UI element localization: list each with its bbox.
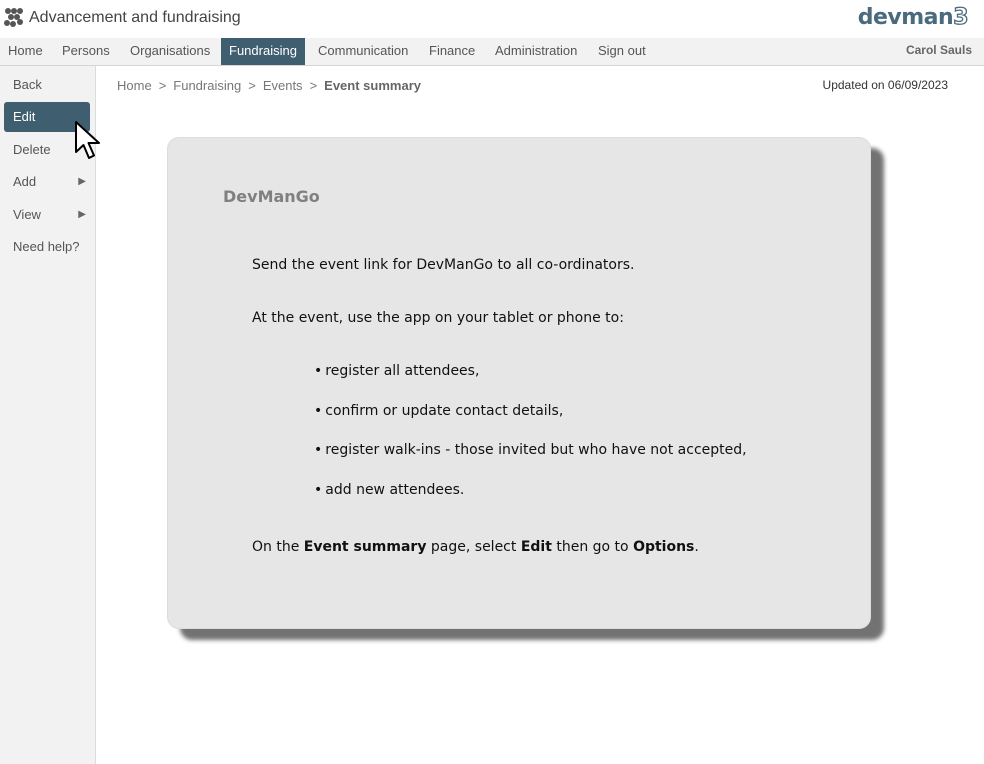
app-logo-icon bbox=[4, 8, 23, 27]
mouse-pointer-icon bbox=[75, 121, 100, 159]
instruction-text: On the bbox=[252, 539, 304, 555]
list-item: • confirm or update contact details, bbox=[314, 403, 563, 419]
instruction-text: . bbox=[694, 539, 699, 555]
bullet-text: add new attendees. bbox=[325, 482, 465, 498]
breadcrumb-separator: > bbox=[158, 78, 167, 93]
sidebar-item-add[interactable]: Add ▶ bbox=[4, 167, 90, 197]
sidebar-item-back[interactable]: Back bbox=[4, 70, 90, 100]
sidebar-item-need-help[interactable]: Need help? bbox=[4, 232, 90, 262]
bullet-dot: • bbox=[314, 363, 323, 379]
sidebar-item-label: Delete bbox=[13, 142, 51, 157]
instruction-bold-edit: Edit bbox=[520, 539, 552, 555]
menu-item-communication[interactable]: Communication bbox=[310, 38, 416, 65]
card-title: DevManGo bbox=[223, 187, 320, 206]
card-line-send-link: Send the event link for DevManGo to all … bbox=[252, 257, 635, 273]
sidebar-item-label: Back bbox=[13, 77, 42, 92]
breadcrumb-current: Event summary bbox=[324, 78, 421, 93]
list-item: • register all attendees, bbox=[314, 363, 479, 379]
breadcrumb-events[interactable]: Events bbox=[263, 78, 303, 93]
arrow-right-icon: ▶ bbox=[78, 209, 86, 220]
user-name[interactable]: Carol Sauls bbox=[906, 38, 972, 62]
breadcrumb-separator: > bbox=[309, 78, 318, 93]
menu-item-persons[interactable]: Persons bbox=[54, 38, 118, 65]
breadcrumb-separator: > bbox=[248, 78, 256, 93]
bullet-dot: • bbox=[314, 403, 323, 419]
instruction-text: then go to bbox=[551, 539, 634, 555]
brand-suffix: 3 bbox=[953, 4, 970, 30]
instruction-bold-event-summary: Event summary bbox=[303, 539, 427, 555]
sidebar-item-label: Edit bbox=[13, 109, 36, 124]
bullet-text: register all attendees, bbox=[325, 363, 480, 379]
brand-main: devman bbox=[857, 5, 954, 30]
card-line-instructions: On the Event summary page, select Edit t… bbox=[252, 539, 699, 555]
sidebar-item-label: View bbox=[13, 207, 41, 222]
menu-item-fundraising[interactable]: Fundraising bbox=[221, 38, 305, 65]
app-title: Advancement and fundraising bbox=[29, 9, 241, 26]
title-bar: Advancement and fundraising devman3 bbox=[0, 0, 984, 38]
menu-item-organisations[interactable]: Organisations bbox=[122, 38, 218, 65]
list-item: • add new attendees. bbox=[314, 482, 464, 498]
sidebar: Back Edit Delete Add ▶ View ▶ Need help? bbox=[0, 66, 96, 764]
updated-date: Updated on 06/09/2023 bbox=[822, 78, 948, 92]
list-item: • register walk-ins - those invited but w… bbox=[314, 442, 747, 458]
instruction-text: page, select bbox=[426, 539, 521, 555]
menu-item-administration[interactable]: Administration bbox=[487, 38, 585, 65]
sidebar-item-label: Add bbox=[13, 174, 37, 189]
devman-logo: devman3 bbox=[857, 4, 970, 30]
menu-item-home[interactable]: Home bbox=[0, 38, 51, 65]
bullet-dot: • bbox=[314, 442, 323, 458]
bullet-text: register walk-ins - those invited but wh… bbox=[325, 442, 747, 458]
bullet-text: confirm or update contact details, bbox=[325, 403, 564, 419]
main-menu: Home Persons Organisations Fundraising C… bbox=[0, 38, 984, 66]
sidebar-item-label: Need help? bbox=[13, 239, 80, 254]
bullet-dot: • bbox=[314, 482, 323, 498]
card-line-at-event: At the event, use the app on your tablet… bbox=[252, 310, 624, 326]
menu-item-sign-out[interactable]: Sign out bbox=[590, 38, 654, 65]
breadcrumb-home[interactable]: Home bbox=[117, 78, 152, 93]
sidebar-item-view[interactable]: View ▶ bbox=[4, 200, 90, 230]
info-card: DevManGo Send the event link for DevManG… bbox=[167, 137, 871, 629]
instruction-bold-options: Options bbox=[633, 539, 695, 555]
menu-item-finance[interactable]: Finance bbox=[421, 38, 483, 65]
breadcrumb: Home > Fundraising > Events > Event summary bbox=[117, 78, 421, 93]
breadcrumb-fundraising[interactable]: Fundraising bbox=[173, 78, 241, 93]
arrow-right-icon: ▶ bbox=[78, 176, 86, 187]
